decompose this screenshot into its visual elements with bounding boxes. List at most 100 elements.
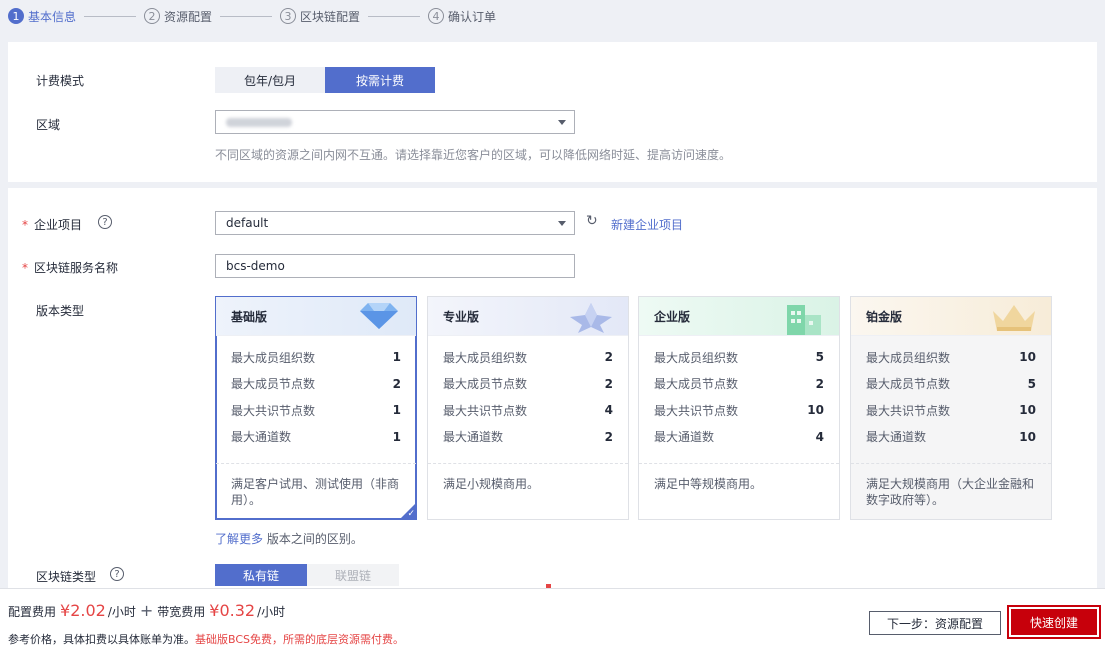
next-step-button[interactable]: 下一步：资源配置	[869, 611, 1001, 635]
required-mark: *	[22, 261, 28, 275]
spec-value: 5	[1027, 376, 1036, 391]
step-number: 1	[8, 8, 24, 24]
service-config-panel: * 企业项目 ? default ↻ 新建企业项目 * 区块链服务名称 bcs-de…	[8, 188, 1097, 588]
bandwidth-fee-label: 带宽费用	[157, 605, 206, 619]
spec-row: 最大成员节点数 2	[443, 371, 613, 398]
spec-row: 最大成员组织数 2	[443, 344, 613, 371]
billing-option-on-demand[interactable]: 按需计费	[325, 67, 435, 93]
spec-value: 2	[604, 350, 613, 365]
card-title: 基础版	[231, 309, 268, 324]
billing-region-panel: 计费模式 包年/包月 按需计费 区域 不同区域的资源之间内网不互通。请选择靠近您…	[8, 42, 1097, 182]
spec-value: 4	[815, 429, 824, 444]
card-header: 专业版	[428, 297, 628, 335]
spec-label: 最大共识节点数	[231, 403, 316, 418]
step-resource-config[interactable]: 2 资源配置	[144, 8, 280, 25]
spec-value: 10	[807, 403, 824, 418]
region-select[interactable]	[215, 110, 575, 134]
quick-create-highlight: 快速创建	[1007, 605, 1101, 639]
service-name-input[interactable]: bcs-demo	[215, 254, 575, 278]
spec-value: 4	[604, 403, 613, 418]
chain-option-private[interactable]: 私有链	[215, 564, 307, 586]
spec-row: 最大通道数 10	[866, 424, 1036, 451]
reference-text: 参考价格，具体扣费以具体账单为准。	[8, 633, 195, 646]
chain-option-consortium[interactable]: 联盟链	[307, 564, 399, 586]
chevron-down-icon	[558, 120, 566, 125]
spec-label: 最大共识节点数	[866, 403, 951, 418]
spec-row: 最大通道数 4	[654, 424, 824, 451]
billing-mode-switch: 包年/包月 按需计费	[215, 67, 435, 93]
region-hint: 不同区域的资源之间内网不互通。请选择靠近您客户的区域，可以降低网络时延、提高访问…	[215, 148, 732, 162]
price-summary: 配置费用 ¥2.02 /小时 + 带宽费用 ¥0.32 /小时	[8, 601, 285, 620]
step-connector	[220, 15, 273, 17]
enterprise-project-label-text: 企业项目	[34, 218, 83, 232]
required-mark: *	[22, 218, 28, 232]
step-label: 确认订单	[448, 9, 497, 24]
bandwidth-fee-value: ¥0.32	[209, 601, 256, 620]
spec-label: 最大通道数	[654, 430, 715, 445]
spec-row: 最大通道数 2	[443, 424, 613, 451]
step-label: 区块链配置	[300, 9, 361, 24]
spec-label: 最大共识节点数	[443, 403, 528, 418]
learn-more-suffix: 版本之间的区别。	[263, 532, 363, 546]
billing-option-yearly[interactable]: 包年/包月	[215, 67, 325, 93]
spec-value: 10	[1019, 403, 1036, 418]
card-description: 满足中等规模商用。	[639, 463, 839, 492]
help-icon[interactable]: ?	[98, 215, 112, 229]
spec-value: 10	[1019, 350, 1036, 365]
spec-label: 最大成员组织数	[231, 350, 316, 365]
spec-row: 最大成员节点数 2	[231, 371, 401, 398]
card-header: 企业版	[639, 297, 839, 335]
wizard-steps: 1 基本信息 2 资源配置 3 区块链配置 4 确认订单	[0, 0, 1105, 32]
step-blockchain-config[interactable]: 3 区块链配置	[280, 8, 428, 25]
spec-label: 最大成员组织数	[654, 350, 739, 365]
spec-value: 2	[604, 429, 613, 444]
spec-value: 1	[392, 350, 401, 365]
spec-row: 最大共识节点数 10	[866, 397, 1036, 424]
version-card-platinum[interactable]: 铂金版 最大成员组织数 10 最大成员节点数 5 最大共识节点数 10 最大通道数 10…	[850, 296, 1052, 520]
step-number: 2	[144, 8, 161, 24]
card-specs: 最大成员组织数 5 最大成员节点数 2 最大共识节点数 10 最大通道数 4	[639, 335, 839, 450]
service-name-value: bcs-demo	[226, 259, 285, 273]
quick-create-button[interactable]: 快速创建	[1011, 609, 1097, 635]
card-description: 满足大规模商用（大企业金融和数字政府等）。	[851, 463, 1051, 508]
card-title: 企业版	[654, 309, 691, 324]
chevron-down-icon	[558, 221, 566, 226]
spec-row: 最大成员组织数 5	[654, 344, 824, 371]
star-icon	[570, 303, 612, 333]
refresh-icon[interactable]: ↻	[586, 213, 598, 229]
card-description: 满足小规模商用。	[428, 463, 628, 492]
reference-note: 参考价格，具体扣费以具体账单为准。基础版BCS免费，所需的底层资源需付费。	[8, 631, 404, 647]
learn-more-line: 了解更多 版本之间的区别。	[215, 530, 363, 547]
card-specs: 最大成员组织数 2 最大成员节点数 2 最大共识节点数 4 最大通道数 2	[428, 335, 628, 450]
version-card-enterprise[interactable]: 企业版 最大成员组织数 5 最大成员节点数 2 最大共识节点数 10 最大通道数 4 满…	[638, 296, 840, 520]
spec-value: 1	[392, 429, 401, 444]
learn-more-link[interactable]: 了解更多	[215, 532, 263, 546]
footer-bar: 配置费用 ¥2.02 /小时 + 带宽费用 ¥0.32 /小时 参考价格，具体扣…	[0, 588, 1105, 652]
step-basic-info[interactable]: 1 基本信息	[8, 8, 144, 25]
spec-row: 最大成员组织数 10	[866, 344, 1036, 371]
enterprise-project-select[interactable]: default	[215, 211, 575, 235]
card-title: 专业版	[443, 309, 480, 324]
spec-label: 最大通道数	[443, 430, 504, 445]
version-card-basic[interactable]: 基础版 最大成员组织数 1 最大成员节点数 2 最大共识节点数 1 最大通道数 1 满足…	[215, 296, 417, 520]
help-icon[interactable]: ?	[110, 567, 124, 581]
step-confirm-order[interactable]: 4 确认订单	[428, 8, 496, 25]
step-number: 4	[428, 8, 445, 24]
step-label: 基本信息	[28, 9, 77, 24]
billing-mode-label: 计费模式	[36, 74, 85, 88]
spec-label: 最大成员组织数	[866, 350, 951, 365]
building-icon	[787, 305, 821, 335]
spec-value: 10	[1019, 429, 1036, 444]
spec-label: 最大成员节点数	[654, 377, 739, 392]
version-type-label: 版本类型	[36, 304, 85, 318]
step-connector	[84, 15, 137, 17]
card-header: 铂金版	[851, 297, 1051, 335]
spec-label: 最大成员节点数	[231, 377, 316, 392]
spec-value: 2	[604, 376, 613, 391]
spec-row: 最大共识节点数 10	[654, 397, 824, 424]
spec-row: 最大共识节点数 4	[443, 397, 613, 424]
new-enterprise-project-link[interactable]: 新建企业项目	[611, 216, 683, 233]
chain-type-switch: 私有链 联盟链	[215, 564, 399, 590]
card-specs: 最大成员组织数 1 最大成员节点数 2 最大共识节点数 1 最大通道数 1	[216, 335, 416, 450]
version-card-professional[interactable]: 专业版 最大成员组织数 2 最大成员节点数 2 最大共识节点数 4 最大通道数 2 满足…	[427, 296, 629, 520]
